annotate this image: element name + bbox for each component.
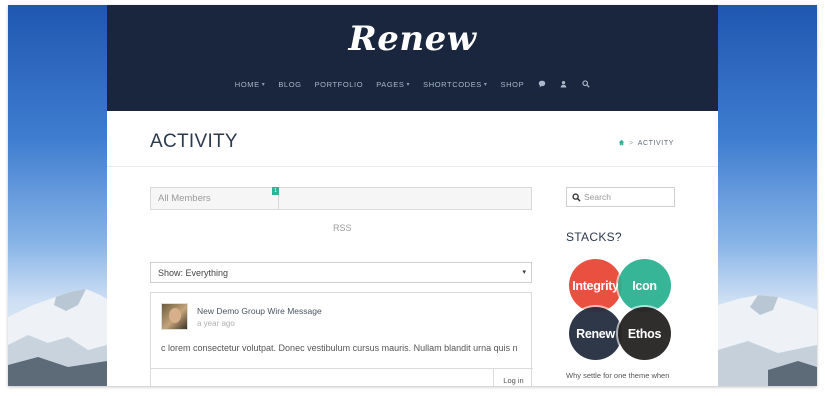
chevron-down-icon: ▾ [522, 269, 526, 276]
comment-area [151, 368, 494, 386]
search-placeholder: Search [584, 192, 611, 202]
avatar[interactable] [161, 303, 188, 330]
chevron-down-icon: ▾ [406, 81, 411, 88]
nav-item-pages[interactable]: PAGES ▾ [376, 80, 410, 89]
search-icon [572, 193, 581, 202]
nav-label: HOME [234, 79, 260, 89]
chevron-down-icon: ▾ [483, 81, 488, 88]
nav-item-home[interactable]: HOME ▾ [235, 80, 266, 89]
breadcrumb: > ACTIVITY [618, 139, 674, 148]
rss-link[interactable]: RSS [333, 223, 352, 233]
user-icon[interactable] [559, 79, 569, 89]
activity-content: c lorem consectetur volutpat. Donec vest… [161, 343, 518, 353]
nav-label: SHOP [500, 79, 525, 89]
breadcrumb-current: ACTIVITY [637, 140, 674, 147]
search-icon[interactable] [581, 79, 591, 89]
chevron-down-icon: ▾ [261, 81, 266, 88]
activity-timestamp[interactable]: a year ago [197, 319, 235, 328]
nav-label: SHORTCODES [423, 79, 482, 89]
stack-icon[interactable]: Icon [618, 259, 671, 312]
stack-integrity[interactable]: Integrity [569, 259, 622, 312]
nav-item-portfolio[interactable]: PORTFOLIO [315, 80, 364, 89]
nav-label: PORTFOLIO [314, 79, 364, 89]
main-nav: HOME ▾ BLOG PORTFOLIO PAGES ▾ SHORTCODES ▾ … [107, 79, 718, 89]
home-icon[interactable] [618, 139, 625, 148]
stacks-heading: STACKS? [566, 230, 622, 244]
page-title: ACTIVITY [150, 131, 238, 152]
browser-viewport: Renew HOME ▾ BLOG PORTFOLIO PAGES ▾ SHORTC… [8, 5, 817, 386]
site-header: Renew HOME ▾ BLOG PORTFOLIO PAGES ▾ SHORTC… [107, 5, 718, 111]
breadcrumb-separator: > [628, 140, 634, 147]
title-bar: ACTIVITY > ACTIVITY [107, 111, 718, 167]
page-container: Renew HOME ▾ BLOG PORTFOLIO PAGES ▾ SHORTC… [107, 5, 718, 386]
avatar-face [169, 308, 181, 323]
nav-item-shortcodes[interactable]: SHORTCODES ▾ [423, 80, 487, 89]
filter-selected-value: Show: Everything [158, 268, 229, 278]
stack-renew[interactable]: Renew [569, 307, 622, 360]
activity-filter-select[interactable]: Show: Everything ▾ [150, 262, 532, 283]
nav-item-shop[interactable]: SHOP [501, 80, 525, 89]
site-logo[interactable]: Renew [107, 19, 718, 59]
tab-all-members[interactable]: All Members [151, 188, 279, 209]
login-button[interactable]: Log in [494, 368, 533, 386]
nav-label: PAGES [376, 79, 405, 89]
count-badge: 1 [272, 187, 279, 195]
activity-item: New Demo Group Wire Message a year ago c… [150, 292, 533, 386]
activity-title[interactable]: New Demo Group Wire Message [197, 306, 322, 316]
comment-icon[interactable] [537, 79, 547, 89]
sidebar-search-input[interactable]: Search [566, 187, 675, 207]
nav-label: BLOG [278, 79, 302, 89]
activity-tabs: All Members 1 [150, 187, 532, 210]
stack-ethos[interactable]: Ethos [618, 307, 671, 360]
sidebar-promo-text: Why settle for one theme when [566, 371, 670, 380]
nav-item-blog[interactable]: BLOG [278, 80, 301, 89]
